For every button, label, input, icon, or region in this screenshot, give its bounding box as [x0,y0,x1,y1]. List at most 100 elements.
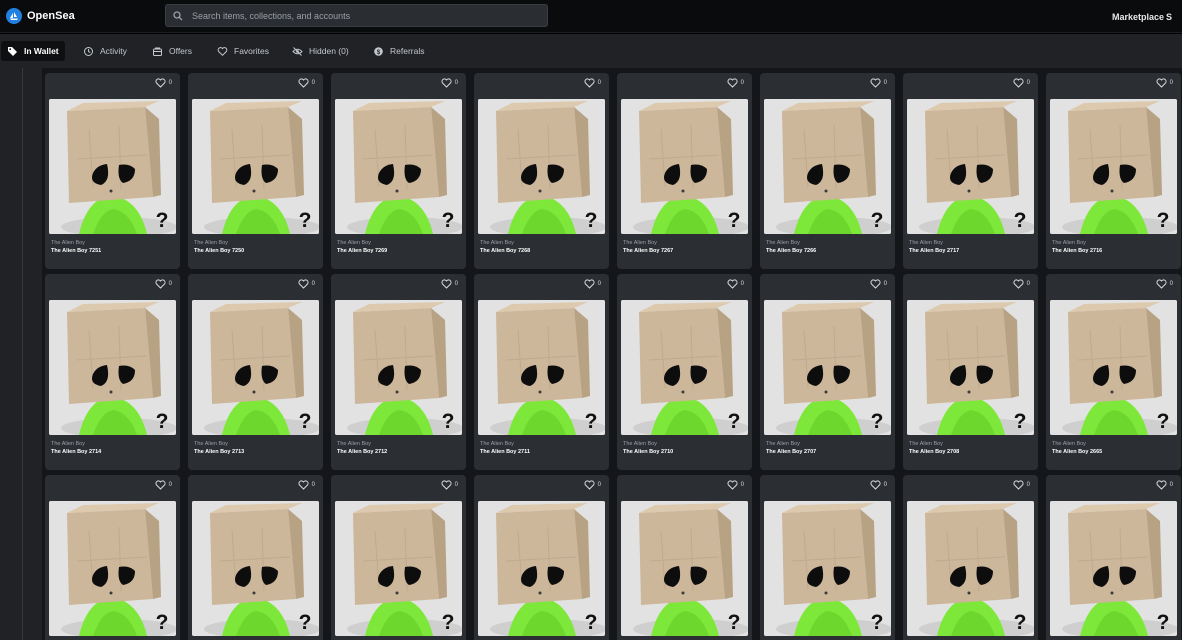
nft-card[interactable]: 0?The Alien Boy [474,475,609,640]
collection-name[interactable]: The Alien Boy [909,441,943,447]
favorite-button[interactable]: 0 [298,78,315,88]
favorite-button[interactable]: 0 [155,279,172,289]
favorite-button[interactable]: 0 [727,78,744,88]
nft-card[interactable]: 0? The Alien Boy The Alien Boy 2712 [331,274,466,470]
nft-image[interactable]: ? [49,300,176,435]
tab-hidden[interactable]: Hidden (0) [286,41,355,61]
favorite-button[interactable]: 0 [441,480,458,490]
nft-image[interactable]: ? [1050,501,1177,636]
nft-image[interactable]: ? [335,99,462,234]
favorite-button[interactable]: 0 [584,78,601,88]
nft-image[interactable]: ? [192,501,319,636]
nft-image[interactable]: ? [764,501,891,636]
favorite-button[interactable]: 0 [1156,480,1173,490]
nft-image[interactable]: ? [478,99,605,234]
favorite-button[interactable]: 0 [1013,480,1030,490]
opensea-logo-link[interactable]: OpenSea [6,8,75,24]
favorite-button[interactable]: 0 [870,480,887,490]
nft-card[interactable]: 0?The Alien Boy [760,475,895,640]
nft-card[interactable]: 0?The Alien Boy [903,475,1038,640]
collection-name[interactable]: The Alien Boy [623,441,657,447]
nft-card[interactable]: 0? The Alien Boy The Alien Boy 2708 [903,274,1038,470]
favorite-button[interactable]: 0 [441,78,458,88]
collection-name[interactable]: The Alien Boy [1052,240,1086,246]
nft-card[interactable]: 0? The Alien Boy The Alien Boy 2665 [1046,274,1181,470]
favorite-button[interactable]: 0 [870,78,887,88]
collection-name[interactable]: The Alien Boy [480,240,514,246]
nft-card[interactable]: 0? The Alien Boy The Alien Boy 7268 [474,73,609,269]
collection-name[interactable]: The Alien Boy [623,240,657,246]
favorite-button[interactable]: 0 [298,480,315,490]
nft-card[interactable]: 0? The Alien Boy The Alien Boy 2713 [188,274,323,470]
nft-card[interactable]: 0?The Alien Boy [45,475,180,640]
nft-image[interactable]: ? [764,300,891,435]
favorite-button[interactable]: 0 [1013,279,1030,289]
favorite-button[interactable]: 0 [441,279,458,289]
nft-card[interactable]: 0?The Alien Boy [188,475,323,640]
tab-referrals[interactable]: $ Referrals [367,41,430,61]
favorite-button[interactable]: 0 [1156,279,1173,289]
tab-label: Favorites [234,46,269,56]
nft-card[interactable]: 0? The Alien Boy The Alien Boy 7266 [760,73,895,269]
nft-image[interactable]: ? [478,300,605,435]
nav-marketplace-link[interactable]: Marketplace [1112,12,1164,22]
tab-in-wallet[interactable]: In Wallet [1,41,65,61]
collection-name[interactable]: The Alien Boy [766,441,800,447]
collection-name[interactable]: The Alien Boy [1052,441,1086,447]
favorite-button[interactable]: 0 [298,279,315,289]
nft-card[interactable]: 0? The Alien Boy The Alien Boy 2716 [1046,73,1181,269]
nft-card[interactable]: 0? The Alien Boy The Alien Boy 2717 [903,73,1038,269]
collection-name[interactable]: The Alien Boy [480,441,514,447]
favorite-button[interactable]: 0 [727,279,744,289]
favorite-button[interactable]: 0 [155,78,172,88]
nft-card[interactable]: 0? The Alien Boy The Alien Boy 7250 [188,73,323,269]
nft-image[interactable]: ? [49,501,176,636]
search-bar[interactable] [165,4,548,27]
collection-name[interactable]: The Alien Boy [51,441,85,447]
collection-name[interactable]: The Alien Boy [194,240,228,246]
nft-card[interactable]: 0? The Alien Boy The Alien Boy 2707 [760,274,895,470]
nav-stats-link[interactable]: S [1166,12,1172,22]
favorite-button[interactable]: 0 [1156,78,1173,88]
nft-card[interactable]: 0? The Alien Boy The Alien Boy 2710 [617,274,752,470]
nft-card[interactable]: 0?The Alien Boy [1046,475,1181,640]
nft-card[interactable]: 0? The Alien Boy The Alien Boy 2711 [474,274,609,470]
search-input[interactable] [192,10,532,21]
nft-card[interactable]: 0? The Alien Boy The Alien Boy 7267 [617,73,752,269]
collection-name[interactable]: The Alien Boy [51,240,85,246]
nft-image[interactable]: ? [478,501,605,636]
tab-favorites[interactable]: Favorites [211,41,275,61]
favorite-button[interactable]: 0 [727,480,744,490]
nft-image[interactable]: ? [1050,300,1177,435]
nft-image[interactable]: ? [49,99,176,234]
nft-card[interactable]: 0?The Alien Boy [331,475,466,640]
nft-image[interactable]: ? [621,501,748,636]
nft-card[interactable]: 0? The Alien Boy The Alien Boy 7269 [331,73,466,269]
nft-card[interactable]: 0? The Alien Boy The Alien Boy 7251 [45,73,180,269]
nft-image[interactable]: ? [621,99,748,234]
collection-name[interactable]: The Alien Boy [194,441,228,447]
nft-image[interactable]: ? [764,99,891,234]
favorite-button[interactable]: 0 [1013,78,1030,88]
nft-image[interactable]: ? [907,99,1034,234]
nft-card[interactable]: 0?The Alien Boy [617,475,752,640]
nft-image[interactable]: ? [1050,99,1177,234]
collection-name[interactable]: The Alien Boy [766,240,800,246]
nft-image[interactable]: ? [907,501,1034,636]
nft-image[interactable]: ? [335,300,462,435]
collection-name[interactable]: The Alien Boy [909,240,943,246]
tab-activity[interactable]: Activity [77,41,133,61]
collection-name[interactable]: The Alien Boy [337,240,371,246]
collection-name[interactable]: The Alien Boy [337,441,371,447]
nft-image[interactable]: ? [192,300,319,435]
favorite-button[interactable]: 0 [155,480,172,490]
nft-image[interactable]: ? [335,501,462,636]
favorite-button[interactable]: 0 [584,480,601,490]
nft-image[interactable]: ? [192,99,319,234]
favorite-button[interactable]: 0 [870,279,887,289]
nft-card[interactable]: 0? The Alien Boy The Alien Boy 2714 [45,274,180,470]
nft-image[interactable]: ? [907,300,1034,435]
favorite-button[interactable]: 0 [584,279,601,289]
nft-image[interactable]: ? [621,300,748,435]
tab-offers[interactable]: Offers [146,41,198,61]
